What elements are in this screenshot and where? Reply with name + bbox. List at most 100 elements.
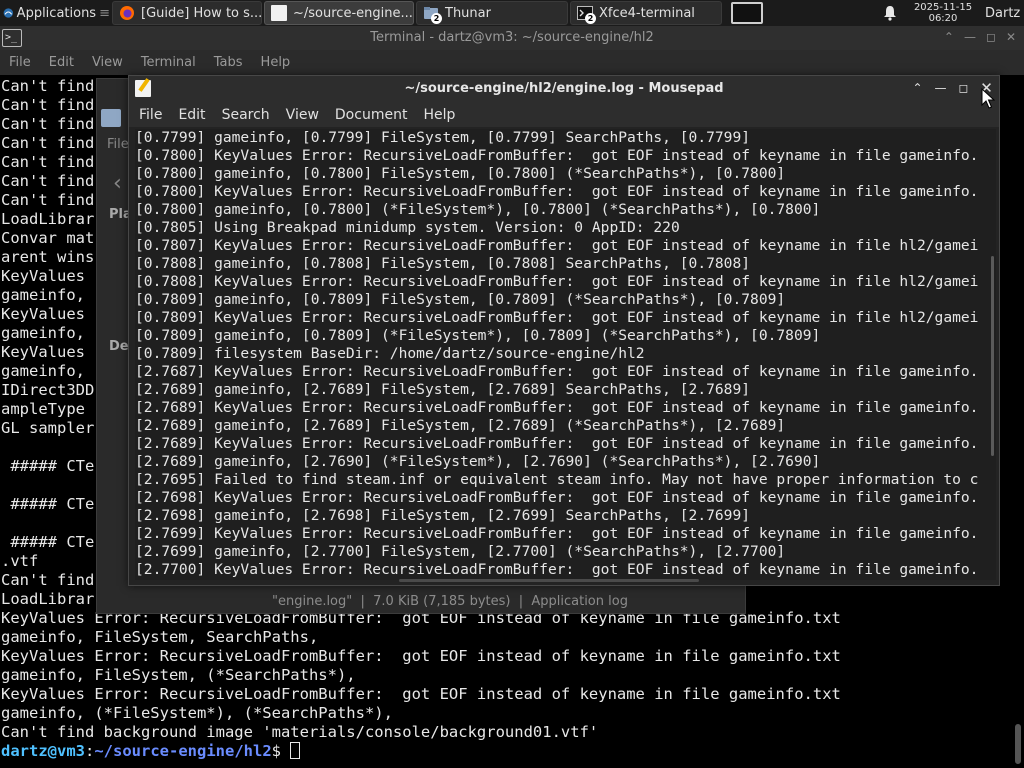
log-line: [2.7699] KeyValues Error: RecursiveLoadF… — [135, 525, 979, 542]
thunar-icon: 2 — [423, 5, 442, 24]
menu-view[interactable]: View — [83, 55, 132, 70]
log-line: [2.7689] KeyValues Error: RecursiveLoadF… — [135, 399, 979, 416]
log-line: [0.7807] KeyValues Error: RecursiveLoadF… — [135, 237, 979, 254]
applications-label: Applications — [16, 5, 97, 21]
xfce-logo-icon — [3, 8, 14, 18]
terminal-prompt-line[interactable]: dartz@vm3:~/source-engine/hl2$ — [1, 742, 1007, 761]
terminal-icon: 2 — [577, 5, 596, 24]
mousepad-window: ~/source-engine/hl2/engine.log - Mousepa… — [128, 75, 1000, 586]
mousepad-horizontal-scrollbar[interactable] — [399, 579, 699, 582]
clock-time: 06:20 — [928, 13, 958, 24]
menu-terminal[interactable]: Terminal — [132, 55, 205, 70]
taskbar-item-thunar[interactable]: 2 Thunar — [416, 1, 568, 25]
log-line: [2.7695] Failed to find steam.inf or equ… — [135, 471, 979, 488]
log-line: [2.7698] gameinfo, [2.7698] FileSystem, … — [135, 507, 751, 524]
menu-file[interactable]: File — [131, 107, 170, 123]
folder-icon — [101, 109, 121, 127]
mousepad-title: ~/source-engine/hl2/engine.log - Mousepa… — [404, 81, 724, 96]
log-line: [2.7689] gameinfo, [2.7689] FileSystem, … — [135, 381, 751, 398]
taskbar-item-label: Xfce4-terminal — [599, 5, 695, 21]
terminal-output-line: gameinfo, FileSystem, SearchPaths, — [1, 628, 319, 646]
maximize-icon[interactable]: ◻ — [955, 79, 972, 97]
log-line: [2.7689] gameinfo, [2.7690] (*FileSystem… — [135, 453, 821, 470]
terminal-output-line: gameinfo, (*FileSystem*), (*SearchPaths*… — [1, 704, 393, 722]
terminal-output-line: gameinfo, FileSystem, (*SearchPaths*), — [1, 666, 356, 684]
prompt-symbol: $ — [271, 742, 291, 760]
firefox-icon — [120, 6, 134, 20]
mousepad-menubar: File Edit Search View Document Help — [129, 102, 999, 127]
mousepad-text-area[interactable]: [0.7799] gameinfo, [0.7799] FileSystem, … — [135, 129, 996, 580]
log-line: [0.7809] KeyValues Error: RecursiveLoadF… — [135, 309, 979, 326]
workspace-switcher[interactable] — [730, 0, 764, 26]
scrollbar-thumb[interactable] — [1015, 724, 1021, 764]
taskbar-item-firefox[interactable]: [Guide] How to s... — [112, 1, 262, 25]
window-count-badge: 2 — [431, 13, 442, 24]
log-line: [0.7808] gameinfo, [0.7808] FileSystem, … — [135, 255, 751, 272]
clock-date: 2025-11-15 — [913, 2, 973, 13]
notification-bell-icon[interactable] — [880, 0, 900, 26]
prompt-user: dartz@vm3 — [1, 742, 85, 760]
menu-grip-icon: ≡ — [99, 5, 110, 21]
log-line: [0.7809] gameinfo, [0.7809] (*FileSystem… — [135, 327, 821, 344]
taskbar-item-label: ~/source-engine... — [293, 5, 413, 21]
workspace-1[interactable] — [731, 2, 763, 24]
menu-help[interactable]: Help — [252, 55, 300, 70]
terminal-output-line: KeyValues Error: RecursiveLoadFromBuffer… — [1, 647, 841, 665]
terminal-titlebar[interactable]: >_ Terminal - dartz@vm3: ~/source-engine… — [0, 26, 1024, 50]
back-icon[interactable]: ‹ — [113, 171, 122, 196]
mousepad-vertical-scrollbar[interactable] — [991, 256, 994, 456]
menu-tabs[interactable]: Tabs — [205, 55, 252, 70]
log-line: [2.7689] gameinfo, [2.7689] FileSystem, … — [135, 417, 786, 434]
log-line: [0.7800] gameinfo, [0.7800] FileSystem, … — [135, 165, 786, 182]
log-line: [0.7805] Using Breakpad minidump system.… — [135, 219, 680, 236]
applications-menu-button[interactable]: Applications ≡ — [0, 0, 110, 26]
log-line: [0.7799] gameinfo, [0.7799] FileSystem, … — [135, 129, 751, 146]
log-line: [2.7699] gameinfo, [2.7700] FileSystem, … — [135, 543, 786, 560]
minimize-icon[interactable]: — — [964, 30, 976, 44]
terminal-scrollbar[interactable] — [1014, 78, 1021, 768]
log-line: [0.7800] KeyValues Error: RecursiveLoadF… — [135, 183, 979, 200]
log-line: [2.7698] KeyValues Error: RecursiveLoadF… — [135, 489, 979, 506]
log-line: [2.7700] KeyValues Error: RecursiveLoadF… — [135, 561, 979, 578]
prompt-path: ~/source-engine/hl2 — [94, 742, 272, 760]
log-line: [0.7808] KeyValues Error: RecursiveLoadF… — [135, 273, 979, 290]
maximize-icon[interactable]: ◻ — [986, 30, 996, 44]
terminal-output-line: Can't find background image 'materials/c… — [1, 723, 599, 741]
terminal-output-line: KeyValues Error: RecursiveLoadFromBuffer… — [1, 685, 841, 703]
menu-search[interactable]: Search — [214, 107, 278, 123]
taskbar-item-terminal[interactable]: 2 Xfce4-terminal — [570, 1, 722, 25]
log-line: [0.7809] filesystem BaseDir: /home/dartz… — [135, 345, 645, 362]
mousepad-titlebar[interactable]: ~/source-engine/hl2/engine.log - Mousepa… — [129, 76, 999, 102]
prompt-separator: : — [85, 742, 95, 760]
thunar-statusbar: "engine.log" | 7.0 KiB (7,185 bytes) | A… — [272, 593, 628, 609]
window-shade-icon[interactable]: ⌃ — [944, 30, 954, 44]
log-line: [0.7800] gameinfo, [0.7800] (*FileSystem… — [135, 201, 821, 218]
mousepad-icon — [271, 5, 287, 21]
terminal-title: Terminal - dartz@vm3: ~/source-engine/hl… — [370, 30, 654, 45]
menu-view[interactable]: View — [278, 107, 327, 123]
log-line: [2.7687] KeyValues Error: RecursiveLoadF… — [135, 363, 979, 380]
taskbar-item-mousepad[interactable]: ~/source-engine... — [264, 1, 414, 25]
menu-file[interactable]: File — [0, 55, 40, 70]
log-line: [0.7800] KeyValues Error: RecursiveLoadF… — [135, 147, 979, 164]
menu-document[interactable]: Document — [327, 107, 416, 123]
terminal-menubar: File Edit View Terminal Tabs Help — [0, 50, 1024, 75]
sidebar-devices-heading: De — [109, 339, 129, 354]
text-cursor — [290, 742, 301, 759]
menu-help[interactable]: Help — [415, 107, 463, 123]
minimize-icon[interactable]: — — [932, 79, 949, 97]
log-line: [0.7809] gameinfo, [0.7809] FileSystem, … — [135, 291, 786, 308]
log-line: [2.7689] KeyValues Error: RecursiveLoadF… — [135, 435, 979, 452]
taskbar-item-label: [Guide] How to s... — [141, 5, 262, 21]
menu-edit[interactable]: Edit — [40, 55, 83, 70]
menu-edit[interactable]: Edit — [170, 107, 213, 123]
taskbar-item-label: Thunar — [445, 5, 491, 21]
panel-user-menu[interactable]: Dartz — [985, 0, 1024, 26]
thunar-menu-fragment: File — [107, 137, 129, 152]
window-shade-icon[interactable]: ⌃ — [909, 79, 926, 97]
top-panel: Applications ≡ [Guide] How to s... ~/sou… — [0, 0, 1024, 26]
close-icon[interactable]: ✕ — [1006, 30, 1016, 44]
panel-clock[interactable]: 2025-11-15 06:20 — [908, 0, 978, 26]
mouse-pointer-icon — [981, 88, 995, 109]
terminal-window-buttons: ⌃ — ◻ ✕ — [944, 30, 1016, 44]
